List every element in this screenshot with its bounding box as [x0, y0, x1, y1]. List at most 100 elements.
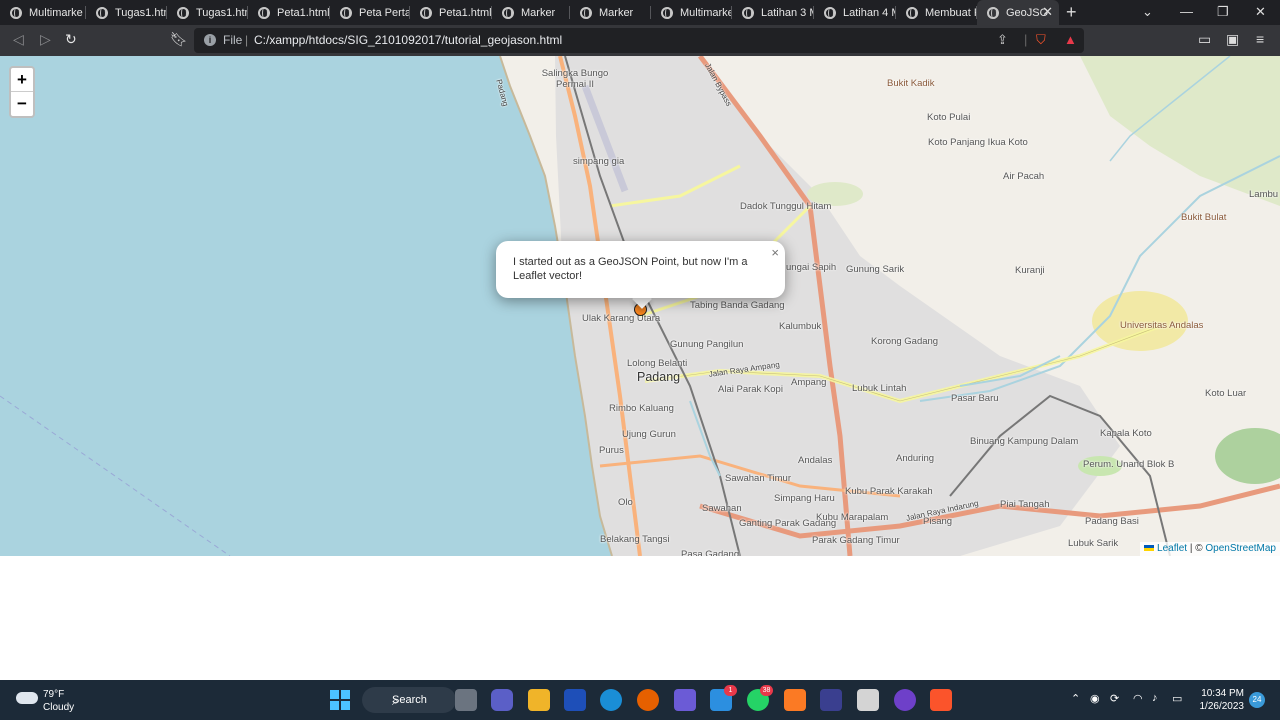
site-info-icon[interactable]: i: [204, 34, 216, 46]
globe-icon: [258, 6, 270, 19]
brave-icon[interactable]: [930, 689, 952, 711]
tab-search-icon[interactable]: ⌄: [1142, 4, 1153, 20]
address-bar[interactable]: i File | C:/xampp/htdocs/SIG_2101092017/…: [194, 28, 1084, 53]
tab[interactable]: Multimarke: [0, 0, 86, 25]
map-place-label: Lubuk Lintah: [852, 383, 907, 394]
map-place-label: Padang: [637, 370, 681, 384]
battery-icon[interactable]: ▭: [1172, 692, 1182, 705]
tab[interactable]: Latihan 3 M: [732, 0, 814, 25]
reload-button[interactable]: ↻: [65, 31, 77, 48]
globe-icon: [420, 6, 432, 19]
brave-shields-icon[interactable]: ⛉: [1036, 32, 1046, 48]
tab[interactable]: Peta Pertan: [330, 0, 410, 25]
minimize-button[interactable]: —: [1180, 4, 1193, 19]
map-popup: I started out as a GeoJSON Point, but no…: [496, 241, 785, 298]
tab[interactable]: Tugas1.htm: [167, 0, 248, 25]
tab[interactable]: Marker: [570, 0, 651, 25]
notification-badge[interactable]: 24: [1249, 692, 1265, 708]
map-place-label: Rimbo Kaluang: [609, 403, 674, 414]
tab[interactable]: Marker: [492, 0, 570, 25]
tab[interactable]: Multimarke: [651, 0, 732, 25]
map-place-label: Belakang Tangsi: [600, 534, 670, 545]
address-separator: |: [245, 33, 249, 47]
map-place-label: Koto Luar: [1205, 388, 1247, 399]
map-place-label: Padang Basi: [1085, 516, 1139, 527]
map-place-label: simpang gia: [573, 156, 625, 167]
sync-icon[interactable]: ⟳: [1110, 692, 1119, 705]
map-place-label: Lolong Belanti: [627, 358, 688, 369]
zoom-out-button[interactable]: −: [11, 92, 33, 116]
clock-date: 1/26/2023: [1199, 701, 1245, 712]
map-place-label: Purus: [599, 445, 624, 456]
app-icon[interactable]: [674, 689, 696, 711]
tab[interactable]: Tugas1.htm: [86, 0, 167, 25]
map-place-label: Ujung Gurun: [622, 429, 676, 440]
brave-rewards-icon[interactable]: ▲: [1064, 32, 1077, 47]
map-place-label: Bukit Bulat: [1181, 212, 1227, 223]
map-place-label: Kapala Koto: [1100, 428, 1152, 439]
temperature: 79°F: [43, 689, 65, 700]
tab[interactable]: Peta1.html: [248, 0, 330, 25]
popup-close-button[interactable]: ×: [771, 245, 779, 260]
teams-chat-icon[interactable]: [491, 689, 513, 711]
map-place-label: Lubuk Sarik: [1068, 538, 1119, 549]
weather-text: 79°F Cloudy: [43, 688, 103, 714]
map-place-label: Ganting Parak Gadang: [739, 518, 837, 529]
vscode-like-icon[interactable]: [564, 689, 586, 711]
tab-title: Latihan 3 M: [761, 6, 814, 19]
tab-active[interactable]: GeoJSO ✕: [977, 0, 1059, 25]
leaflet-link[interactable]: Leaflet: [1157, 543, 1187, 554]
address-url[interactable]: C:/xampp/htdocs/SIG_2101092017/tutorial_…: [254, 33, 562, 47]
sublime-icon[interactable]: [820, 689, 842, 711]
map-place-label: Koto Panjang Ikua Koto: [928, 137, 1028, 148]
globe-icon: [824, 6, 836, 19]
start-windows-icon[interactable]: [329, 689, 351, 711]
close-tab-button[interactable]: ✕: [1042, 4, 1053, 20]
tray-overflow-icon[interactable]: ⌃: [1071, 692, 1080, 705]
taskbar-search[interactable]: ⌕ Search: [362, 687, 456, 713]
tab-title: Peta1.html: [277, 6, 330, 19]
share-icon[interactable]: ⇪: [997, 32, 1008, 48]
browser-toolbar: ◁ ▷ ↻ 🔖︎ i File | C:/xampp/htdocs/SIG_21…: [0, 25, 1280, 56]
edge-icon[interactable]: [600, 689, 622, 711]
task-view-icon[interactable]: [455, 689, 477, 711]
bookmark-icon[interactable]: 🔖︎: [170, 31, 188, 48]
zoom-in-button[interactable]: +: [11, 68, 33, 92]
zoom-control: + −: [9, 66, 35, 118]
firefox-icon[interactable]: [637, 689, 659, 711]
tab[interactable]: Membuat P: [896, 0, 977, 25]
wifi-icon[interactable]: ◠: [1133, 692, 1143, 705]
wallet-icon[interactable]: ▣: [1226, 31, 1239, 48]
tab[interactable]: Peta1.html: [410, 0, 492, 25]
map-place-label: Anduring: [896, 453, 935, 464]
sidebar-toggle-icon[interactable]: ▭: [1198, 31, 1211, 48]
notepad-icon[interactable]: [857, 689, 879, 711]
menu-icon[interactable]: ≡: [1256, 31, 1264, 47]
taskbar-clock[interactable]: 10:34 PM 1/26/2023: [1196, 687, 1245, 713]
tab[interactable]: Latihan 4 M: [814, 0, 896, 25]
search-label: Search: [392, 694, 427, 706]
maximize-button[interactable]: ❐: [1217, 4, 1229, 20]
close-window-button[interactable]: ✕: [1255, 4, 1266, 20]
openstreetmap-link[interactable]: OpenStreetMap: [1205, 543, 1276, 554]
globe-icon: [10, 6, 22, 19]
back-button[interactable]: ◁: [13, 31, 24, 48]
security-icon[interactable]: ◉: [1090, 692, 1100, 705]
tab-title: Marker: [599, 6, 634, 19]
globe-icon: [96, 6, 108, 19]
globe-icon: [661, 6, 673, 19]
leaflet-map[interactable]: Salingka Bungo Permai II simpang gia Bukit…: [0, 56, 1280, 556]
map-place-label: Sawahan: [702, 503, 742, 514]
cloud-icon: [16, 692, 38, 704]
forward-button[interactable]: ▷: [40, 31, 51, 48]
volume-icon[interactable]: ♪: [1152, 692, 1158, 704]
github-icon[interactable]: [894, 689, 916, 711]
map-place-label: Binuang Kampung Dalam: [970, 436, 1079, 447]
map-place-label: Korong Gadang: [871, 336, 939, 347]
map-place-label: Gunung Sarik: [846, 264, 905, 275]
globe-icon: [987, 6, 999, 19]
xampp-icon[interactable]: [784, 689, 806, 711]
globe-icon: [580, 6, 592, 19]
new-tab-button[interactable]: +: [1066, 2, 1077, 23]
file-explorer-icon[interactable]: [528, 689, 550, 711]
